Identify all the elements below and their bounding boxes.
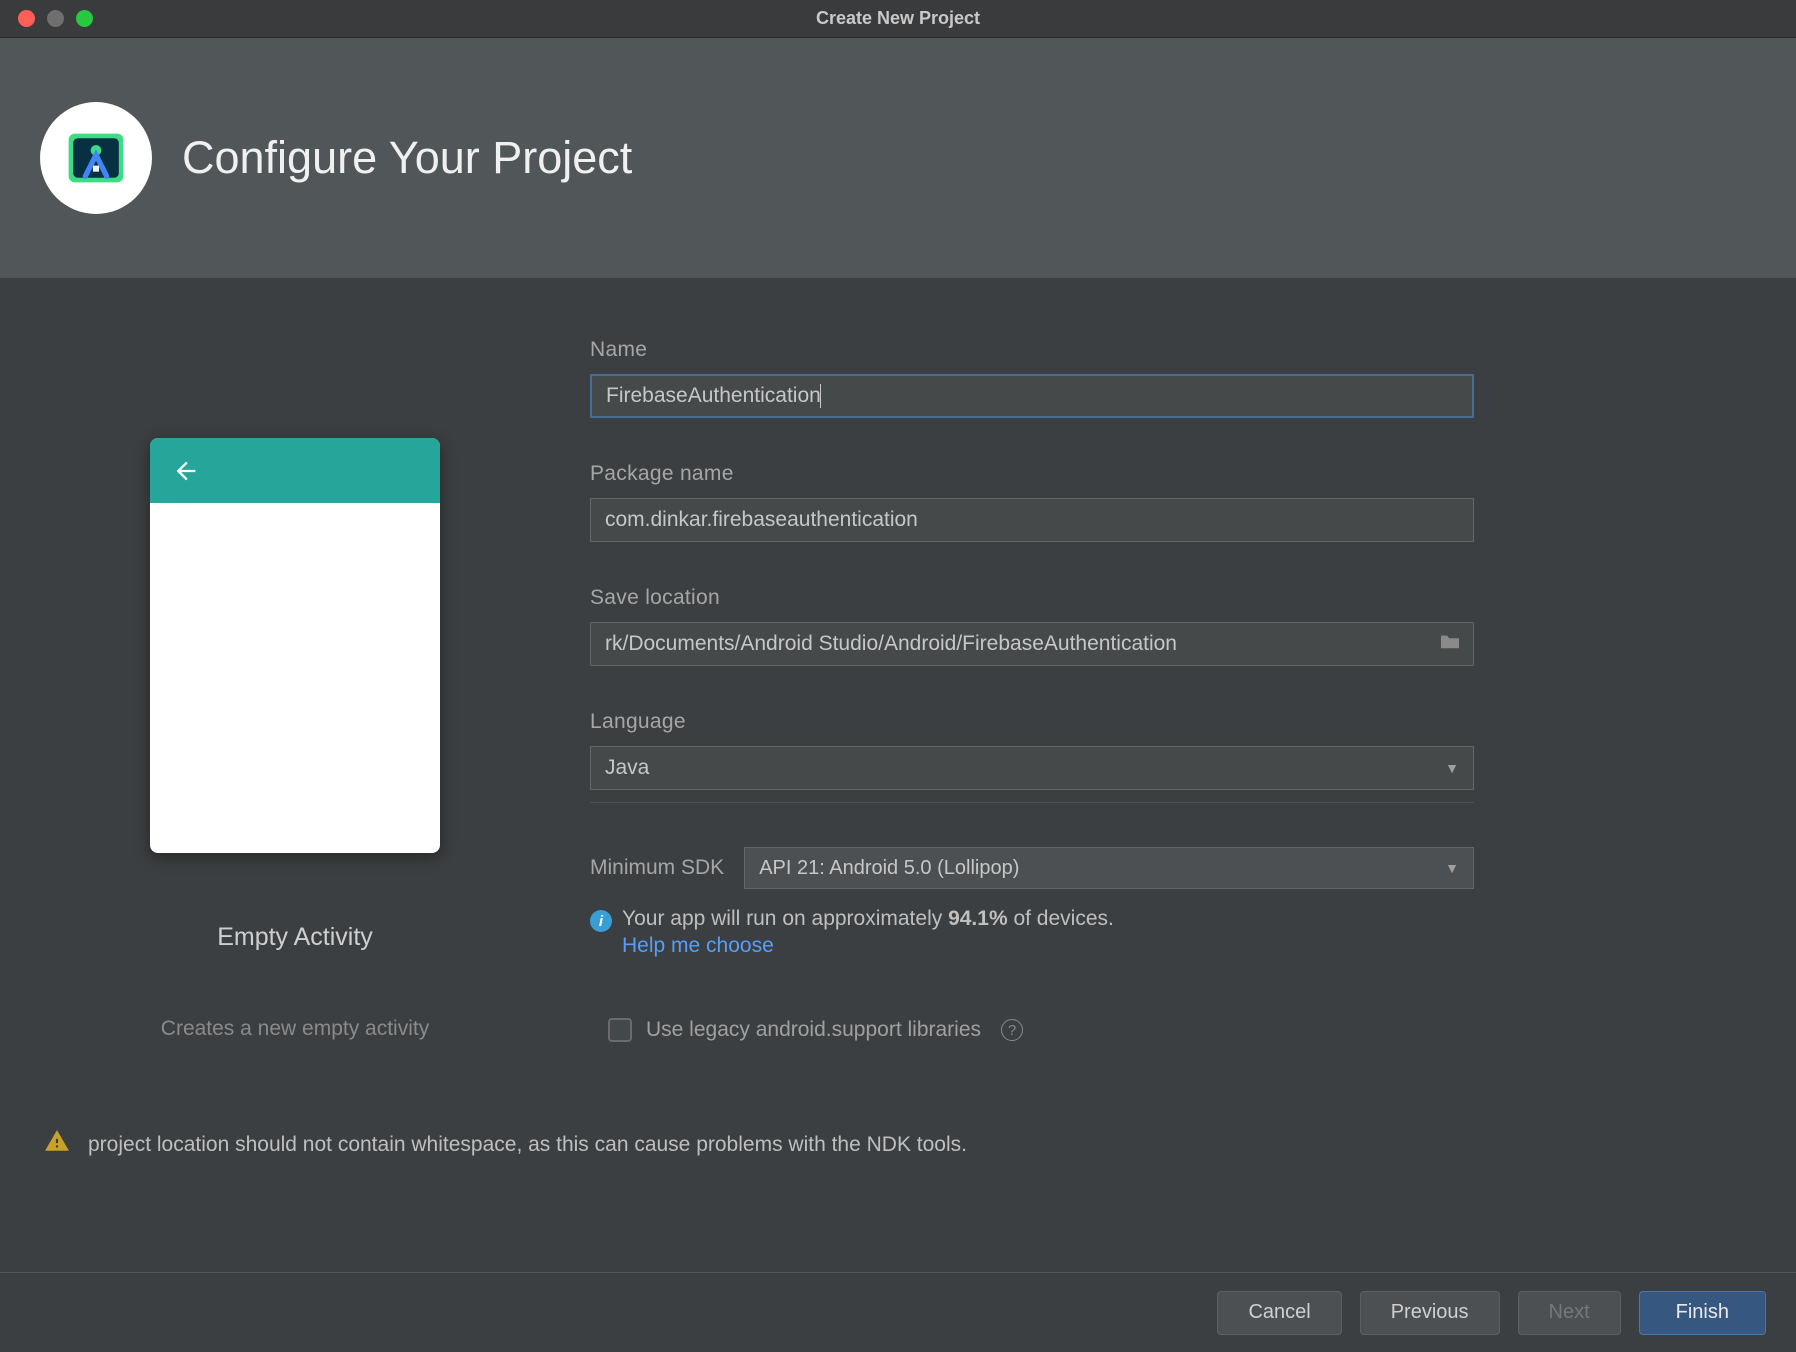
warning-icon — [44, 1128, 70, 1161]
language-select[interactable]: Java ▼ — [590, 746, 1474, 790]
previous-button[interactable]: Previous — [1360, 1291, 1500, 1335]
cancel-button[interactable]: Cancel — [1217, 1291, 1341, 1335]
browse-folder-icon[interactable] — [1439, 632, 1461, 656]
name-input[interactable]: FirebaseAuthentication — [590, 374, 1474, 418]
warning-message: project location should not contain whit… — [0, 1128, 1796, 1161]
android-studio-icon — [40, 102, 152, 214]
package-label: Package name — [590, 462, 1736, 486]
wizard-footer: Cancel Previous Next Finish — [0, 1272, 1796, 1352]
template-description: Creates a new empty activity — [161, 1017, 429, 1041]
minimum-sdk-label: Minimum SDK — [590, 856, 724, 880]
titlebar: Create New Project — [0, 0, 1796, 38]
package-input[interactable]: com.dinkar.firebaseauthentication — [590, 498, 1474, 542]
sdk-coverage-info: i Your app will run on approximately 94.… — [590, 907, 1474, 932]
close-window-button[interactable] — [18, 10, 35, 27]
page-title: Configure Your Project — [182, 132, 632, 184]
chevron-down-icon: ▼ — [1445, 860, 1459, 876]
traffic-lights — [18, 10, 93, 27]
phone-preview — [150, 438, 440, 853]
language-label: Language — [590, 710, 1736, 734]
back-arrow-icon — [172, 457, 200, 485]
info-icon: i — [590, 910, 612, 932]
legacy-support-checkbox[interactable] — [608, 1018, 632, 1042]
page-header: Configure Your Project — [0, 38, 1796, 278]
help-me-choose-link[interactable]: Help me choose — [622, 934, 774, 958]
maximize-window-button[interactable] — [76, 10, 93, 27]
template-name: Empty Activity — [217, 923, 373, 952]
minimum-sdk-select[interactable]: API 21: Android 5.0 (Lollipop) ▼ — [744, 847, 1474, 889]
save-location-input[interactable]: rk/Documents/Android Studio/Android/Fire… — [590, 622, 1474, 666]
save-location-label: Save location — [590, 586, 1736, 610]
help-icon[interactable]: ? — [1001, 1019, 1023, 1041]
project-form: Name FirebaseAuthentication Package name… — [590, 338, 1736, 1108]
next-button: Next — [1518, 1291, 1621, 1335]
chevron-down-icon: ▼ — [1445, 760, 1459, 776]
finish-button[interactable]: Finish — [1639, 1291, 1766, 1335]
phone-toolbar — [150, 438, 440, 503]
divider — [590, 802, 1474, 803]
window-title: Create New Project — [816, 8, 980, 29]
legacy-support-label: Use legacy android.support libraries — [646, 1018, 981, 1042]
minimize-window-button[interactable] — [47, 10, 64, 27]
name-label: Name — [590, 338, 1736, 362]
template-preview: Empty Activity Creates a new empty activ… — [60, 338, 530, 1108]
